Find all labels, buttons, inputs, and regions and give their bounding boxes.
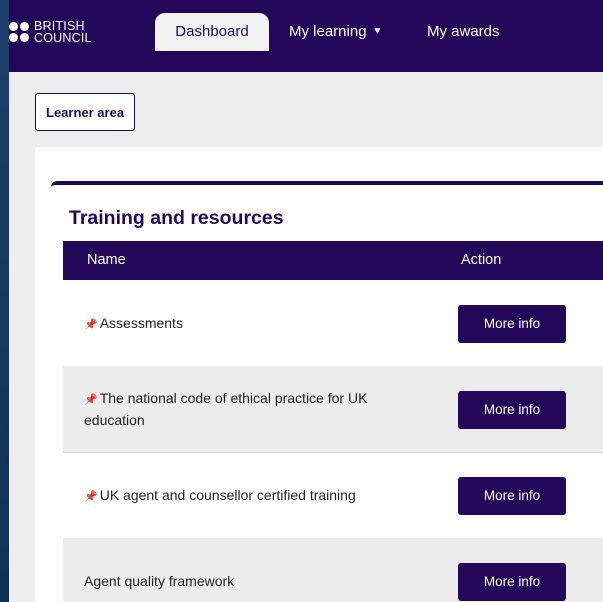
content-panel: Training and resources Name Action 📌 Asse… <box>35 147 603 602</box>
row-label: 📌 The national code of ethical practice f… <box>84 388 414 430</box>
tab-dashboard[interactable]: Dashboard <box>155 13 269 51</box>
learner-area-button[interactable]: Learner area <box>35 93 136 131</box>
logo-text: BRITISH COUNCIL <box>34 20 92 45</box>
row-label-text: UK agent and counsellor certified traini… <box>99 487 356 503</box>
tab-dashboard-label: Dashboard <box>175 23 249 40</box>
row-label-text: Assessments <box>99 315 183 331</box>
caret-down-icon: ▼ <box>372 26 383 38</box>
table-row: 📌 UK agent and counsellor certified train… <box>63 452 603 539</box>
pushpin-icon: 📌 <box>84 319 98 331</box>
row-label-text: Agent quality framework <box>84 573 235 589</box>
pushpin-icon: 📌 <box>84 491 98 503</box>
top-navbar: BRITISH COUNCIL Dashboard My learning ▼ M… <box>9 0 603 72</box>
more-info-button[interactable]: More info <box>458 305 566 343</box>
tab-my-learning-label: My learning <box>289 23 367 40</box>
table-header: Name Action <box>63 241 603 280</box>
column-header-name: Name <box>87 252 126 268</box>
row-label: 📌 Assessments <box>84 313 414 335</box>
row-label-text: The national code of ethical practice fo… <box>84 390 368 428</box>
app-window: BRITISH COUNCIL Dashboard My learning ▼ M… <box>9 0 603 602</box>
tab-my-learning[interactable]: My learning ▼ <box>277 13 394 51</box>
table-row: Agent quality framework More info <box>63 538 603 602</box>
more-info-button[interactable]: More info <box>458 391 566 429</box>
table-row: 📌 Assessments More info <box>63 280 603 367</box>
logo-line-2: COUNCIL <box>34 31 92 45</box>
training-resources-card: Training and resources Name Action 📌 Asse… <box>51 181 603 602</box>
logo-dots-icon <box>9 22 29 42</box>
pushpin-icon: 📌 <box>84 394 98 406</box>
row-label: 📌 UK agent and counsellor certified train… <box>84 485 414 507</box>
row-label: Agent quality framework <box>84 571 414 591</box>
more-info-button[interactable]: More info <box>458 477 566 515</box>
tab-my-awards[interactable]: My awards <box>415 13 512 51</box>
british-council-logo[interactable]: BRITISH COUNCIL <box>9 18 92 46</box>
tab-my-awards-label: My awards <box>427 23 500 40</box>
column-header-action: Action <box>461 252 502 268</box>
table-row: 📌 The national code of ethical practice f… <box>63 366 603 453</box>
card-title: Training and resources <box>69 207 284 229</box>
more-info-button[interactable]: More info <box>458 563 566 601</box>
